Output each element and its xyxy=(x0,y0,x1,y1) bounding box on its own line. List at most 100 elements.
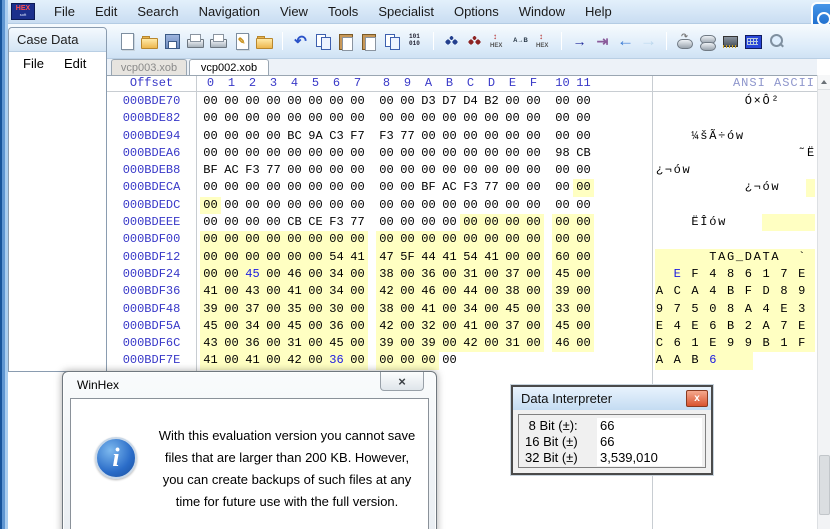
byte-cell[interactable]: 00 xyxy=(481,283,502,300)
ascii-cell[interactable]: ¬ xyxy=(664,162,673,179)
byte-cell[interactable]: 00 xyxy=(242,197,263,214)
byte-cell[interactable]: 00 xyxy=(200,179,221,196)
byte-cell[interactable]: 00 xyxy=(305,335,326,352)
ascii-cell[interactable] xyxy=(717,266,726,283)
byte-cell[interactable]: 77 xyxy=(397,128,418,145)
byte-cell[interactable]: 00 xyxy=(305,197,326,214)
ascii-cell[interactable] xyxy=(682,93,691,110)
ascii-cell[interactable]: A xyxy=(762,318,771,335)
menu-tools[interactable]: Tools xyxy=(318,1,368,22)
ascii-cell[interactable] xyxy=(699,283,708,300)
byte-cell[interactable]: 00 xyxy=(200,266,221,283)
byte-cell[interactable]: 00 xyxy=(221,128,242,145)
ascii-cell[interactable] xyxy=(788,266,797,283)
byte-cell[interactable]: 41 xyxy=(460,318,481,335)
byte-cell[interactable]: 00 xyxy=(460,214,481,231)
byte-cell[interactable]: 00 xyxy=(481,231,502,248)
ascii-cell[interactable] xyxy=(699,352,708,369)
ascii-cell[interactable] xyxy=(744,352,753,369)
ascii-cell[interactable] xyxy=(726,352,735,369)
byte-cell[interactable]: 00 xyxy=(460,128,481,145)
copy-icon[interactable] xyxy=(314,32,333,50)
ascii-cell[interactable] xyxy=(664,283,673,300)
byte-cell[interactable]: 00 xyxy=(439,162,460,179)
byte-cell[interactable]: 00 xyxy=(573,231,594,248)
ascii-cell[interactable] xyxy=(771,301,780,318)
ascii-cell[interactable] xyxy=(762,162,771,179)
byte-cell[interactable]: 00 xyxy=(242,145,263,162)
byte-cell[interactable]: 00 xyxy=(221,352,242,369)
ascii-cell[interactable]: 0 xyxy=(708,301,717,318)
byte-cell[interactable]: 5F xyxy=(397,249,418,266)
byte-cell[interactable]: 00 xyxy=(263,93,284,110)
ascii-cell[interactable] xyxy=(788,249,797,266)
ascii-cell[interactable] xyxy=(788,335,797,352)
byte-cell[interactable]: 00 xyxy=(305,231,326,248)
byte-cell[interactable]: 36 xyxy=(242,335,263,352)
byte-cell[interactable]: 42 xyxy=(376,318,397,335)
byte-cell[interactable]: 42 xyxy=(376,283,397,300)
byte-cell[interactable]: 00 xyxy=(326,231,347,248)
ascii-cell[interactable] xyxy=(806,249,815,266)
ascii-cell[interactable] xyxy=(682,335,691,352)
ascii-cell[interactable] xyxy=(691,249,700,266)
byte-cell[interactable]: 00 xyxy=(326,162,347,179)
ascii-cell[interactable]: ó xyxy=(673,162,682,179)
ascii-cell[interactable] xyxy=(682,145,691,162)
ascii-cell[interactable]: 4 xyxy=(762,301,771,318)
byte-cell[interactable]: 00 xyxy=(242,110,263,127)
ascii-cell[interactable]: 9 xyxy=(726,335,735,352)
byte-cell[interactable]: 00 xyxy=(439,352,460,369)
ascii-cell[interactable] xyxy=(806,301,815,318)
ascii-cell[interactable] xyxy=(655,179,664,196)
ascii-cell[interactable] xyxy=(708,93,717,110)
ascii-cell[interactable] xyxy=(771,214,780,231)
byte-cell[interactable]: 45 xyxy=(552,318,573,335)
byte-cell[interactable]: 00 xyxy=(418,352,439,369)
ascii-cell[interactable]: 7 xyxy=(673,301,682,318)
ascii-cell[interactable] xyxy=(735,145,744,162)
ascii-cell[interactable] xyxy=(699,318,708,335)
byte-cell[interactable]: 38 xyxy=(376,266,397,283)
ascii-cell[interactable]: 7 xyxy=(779,318,788,335)
tab-vcp002.xob[interactable]: vcp002.xob xyxy=(189,59,269,75)
byte-cell[interactable]: 00 xyxy=(552,197,573,214)
byte-cell[interactable]: 00 xyxy=(523,335,544,352)
ascii-cell[interactable] xyxy=(797,128,806,145)
open-disk-icon[interactable]: ↷ xyxy=(675,32,694,50)
ascii-cell[interactable]: Ã xyxy=(708,128,717,145)
byte-cell[interactable]: 00 xyxy=(242,128,263,145)
ascii-cell[interactable]: Ó xyxy=(744,93,753,110)
ascii-cell[interactable] xyxy=(682,249,691,266)
ascii-cell[interactable] xyxy=(735,162,744,179)
byte-cell[interactable]: 00 xyxy=(221,197,242,214)
ascii-cell[interactable] xyxy=(753,128,762,145)
ascii-cell[interactable] xyxy=(788,93,797,110)
byte-cell[interactable]: 00 xyxy=(552,162,573,179)
close-icon[interactable]: × xyxy=(380,372,424,391)
byte-cell[interactable]: 36 xyxy=(326,318,347,335)
byte-cell[interactable]: 00 xyxy=(347,110,368,127)
byte-cell[interactable]: 00 xyxy=(221,231,242,248)
ascii-cell[interactable] xyxy=(655,93,664,110)
ascii-cell[interactable] xyxy=(691,93,700,110)
ascii-cell[interactable] xyxy=(664,145,673,162)
byte-cell[interactable]: 54 xyxy=(326,249,347,266)
byte-cell[interactable]: 00 xyxy=(305,301,326,318)
byte-cell[interactable]: 00 xyxy=(502,214,523,231)
byte-cell[interactable]: 00 xyxy=(242,214,263,231)
ascii-cell[interactable] xyxy=(682,128,691,145)
byte-cell[interactable]: 00 xyxy=(242,179,263,196)
menu-view[interactable]: View xyxy=(270,1,318,22)
byte-cell[interactable]: 00 xyxy=(263,301,284,318)
ascii-cell[interactable] xyxy=(664,266,673,283)
byte-cell[interactable]: 47 xyxy=(376,249,397,266)
ascii-cell[interactable]: 4 xyxy=(708,283,717,300)
byte-cell[interactable]: 34 xyxy=(242,318,263,335)
scrollbar-thumb[interactable] xyxy=(819,455,830,515)
ascii-cell[interactable]: B xyxy=(726,318,735,335)
ascii-cell[interactable]: ˜ xyxy=(797,145,806,162)
byte-cell[interactable]: 00 xyxy=(284,145,305,162)
byte-cell[interactable]: 34 xyxy=(326,283,347,300)
byte-cell[interactable]: 45 xyxy=(200,318,221,335)
